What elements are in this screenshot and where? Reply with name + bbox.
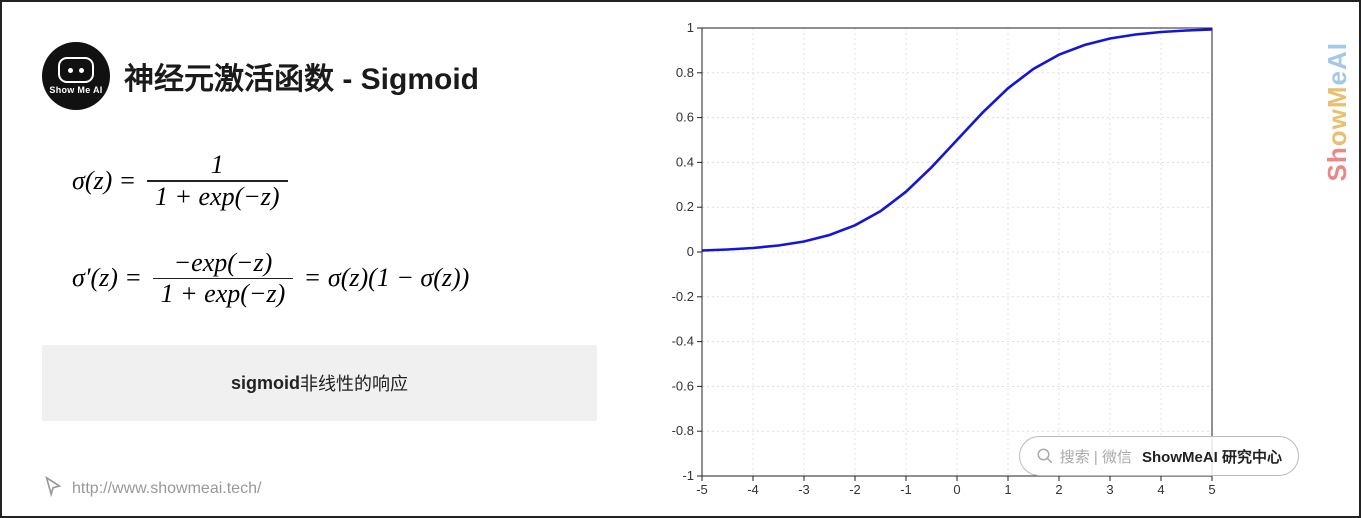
equals-sign: =: [126, 263, 141, 293]
footer-url: http://www.showmeai.tech/: [72, 480, 261, 498]
svg-text:-0.6: -0.6: [672, 378, 694, 393]
svg-text:-4: -4: [747, 482, 759, 496]
footer-link[interactable]: http://www.showmeai.tech/: [42, 475, 261, 502]
svg-text:4: 4: [1157, 482, 1164, 496]
sigmoid-chart: -5 -4 -3 -2 -1 0 1 2 3 4 5 -1 -0.8 -0.6 -0.4 -0.2 0 0.2 0.…: [652, 16, 1232, 496]
svg-text:-2: -2: [849, 482, 861, 496]
fraction: −exp(−z) 1 + exp(−z): [153, 248, 294, 310]
svg-text:0.6: 0.6: [676, 110, 694, 125]
svg-text:0.8: 0.8: [676, 65, 694, 80]
search-pill[interactable]: 搜索 | 微信 ShowMeAI 研究中心: [1019, 436, 1299, 476]
robot-face-icon: [58, 57, 94, 83]
svg-text:1: 1: [1004, 482, 1011, 496]
svg-text:5: 5: [1208, 482, 1215, 496]
caption-rest: 非线性的响应: [300, 370, 408, 396]
svg-text:0: 0: [953, 482, 960, 496]
denominator: 1 + exp(−z): [147, 182, 288, 212]
svg-text:0.2: 0.2: [676, 199, 694, 214]
denominator: 1 + exp(−z): [153, 279, 294, 309]
formula-sigmoid-derivative: σ′(z) = −exp(−z) 1 + exp(−z) = σ(z)(1 − …: [72, 248, 632, 310]
cursor-icon: [42, 475, 64, 502]
svg-text:0.4: 0.4: [676, 154, 694, 169]
watermark-vertical: ShowMeAI: [1322, 42, 1353, 181]
formula-lhs: σ′(z): [72, 263, 118, 293]
svg-text:-5: -5: [696, 482, 708, 496]
equals-sign: =: [120, 166, 135, 196]
svg-text:-3: -3: [798, 482, 810, 496]
logo-label: Show Me AI: [49, 85, 102, 95]
svg-text:2: 2: [1055, 482, 1062, 496]
search-brand: ShowMeAI 研究中心: [1142, 446, 1282, 467]
svg-text:0: 0: [687, 244, 694, 259]
numerator: 1: [203, 150, 232, 180]
svg-text:-0.2: -0.2: [672, 289, 694, 304]
svg-text:1: 1: [687, 20, 694, 35]
formula-lhs: σ(z): [72, 166, 112, 196]
formula-sigmoid: σ(z) = 1 1 + exp(−z): [72, 150, 632, 212]
svg-text:-0.8: -0.8: [672, 423, 694, 438]
svg-text:3: 3: [1106, 482, 1113, 496]
title-row: Show Me AI 神经元激活函数 - Sigmoid: [42, 42, 632, 110]
svg-text:-1: -1: [900, 482, 912, 496]
formula-block: σ(z) = 1 1 + exp(−z) σ′(z) = −exp(−z) 1 …: [42, 150, 632, 309]
left-pane: Show Me AI 神经元激活函数 - Sigmoid σ(z) = 1 1 …: [2, 2, 632, 516]
caption-box: sigmoid非线性的响应: [42, 345, 597, 421]
page-title: 神经元激活函数 - Sigmoid: [124, 54, 479, 98]
search-hint: 搜索 | 微信: [1060, 446, 1132, 467]
svg-text:-0.4: -0.4: [672, 334, 694, 349]
showmeai-logo: Show Me AI: [42, 42, 110, 110]
equals-sign: =: [305, 263, 320, 293]
fraction: 1 1 + exp(−z): [147, 150, 288, 212]
caption-bold: sigmoid: [231, 373, 300, 394]
svg-text:-1: -1: [682, 468, 694, 483]
search-icon: [1036, 447, 1054, 465]
numerator: −exp(−z): [166, 248, 281, 278]
formula-rhs: σ(z)(1 − σ(z)): [328, 263, 469, 293]
